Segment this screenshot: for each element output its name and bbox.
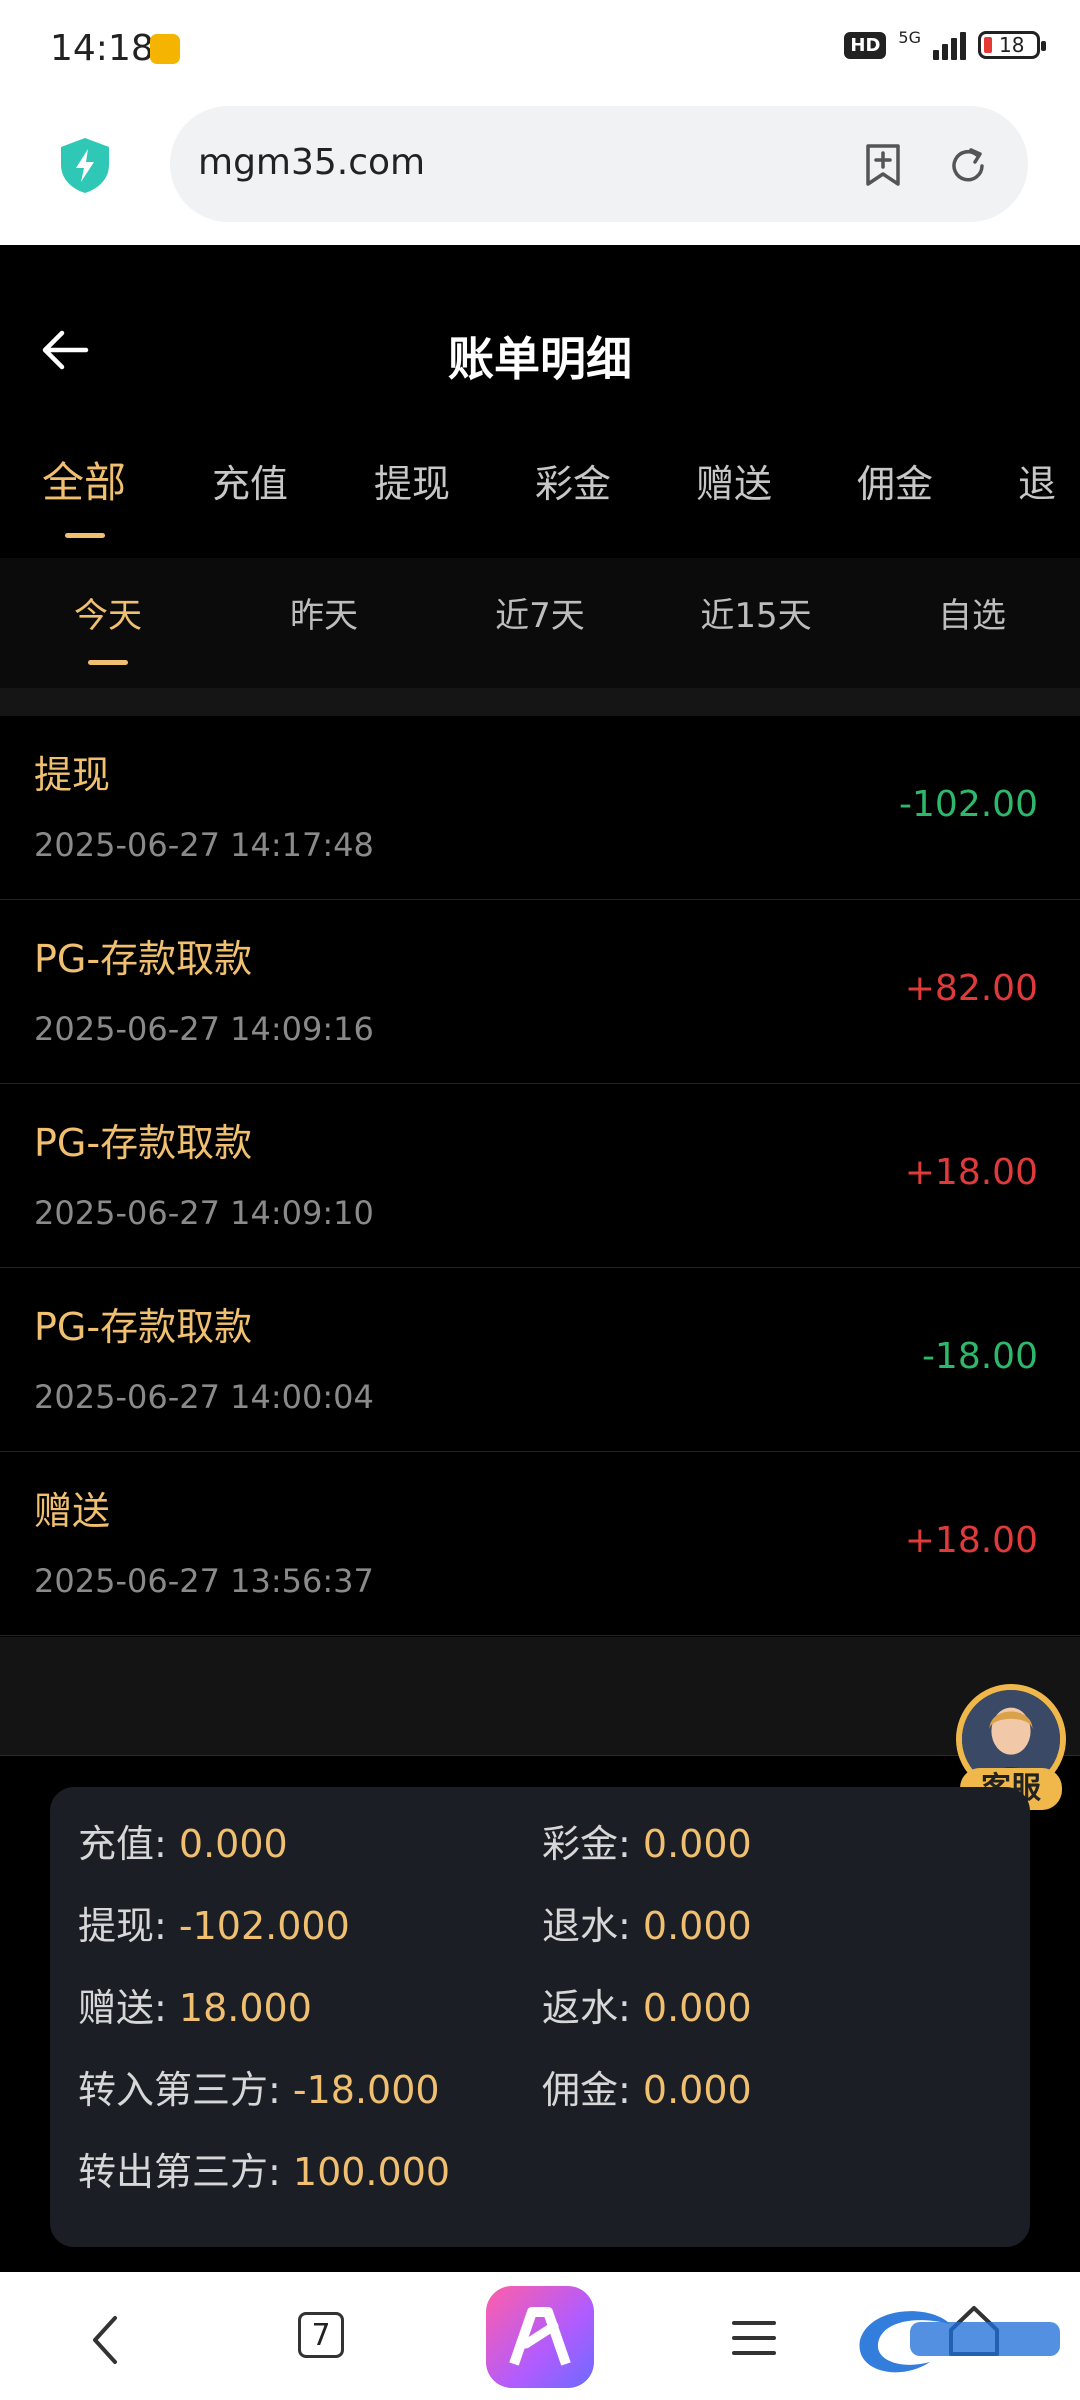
tab-recharge[interactable]: 充值 [212,453,288,508]
record-row[interactable]: PG-存款取款 2025-06-27 14:09:10 +18.00 [0,1084,1080,1268]
status-bar: 14:18 HD 5G 18 [0,0,1080,100]
summary-withdraw: 提现: -102.000 [78,1904,350,1948]
record-title: PG-存款取款 [34,1305,253,1349]
address-bar[interactable]: mgm35.com [170,106,1028,222]
record-time: 2025-06-27 14:09:10 [34,1194,374,1232]
record-row[interactable]: PG-存款取款 2025-06-27 14:09:16 +82.00 [0,900,1080,1084]
tab-bonus[interactable]: 彩金 [535,453,611,508]
hd-badge: HD [844,31,887,59]
record-amount: -102.00 [899,784,1038,825]
record-time: 2025-06-27 14:17:48 [34,826,374,864]
record-amount: -18.00 [921,1336,1038,1377]
browser-back-icon[interactable] [90,2314,120,2366]
summary-bonus: 彩金: 0.000 [542,1822,752,1866]
record-amount: +18.00 [904,1152,1038,1193]
reload-icon[interactable] [946,144,990,188]
date-tab-today[interactable]: 今天 [74,588,142,637]
summary-commission: 佣金: 0.000 [542,2068,752,2112]
summary-cashback: 返水: 0.000 [542,1986,752,2030]
summary-recharge: 充值: 0.000 [78,1822,288,1866]
date-tab-7days[interactable]: 近7天 [495,588,585,637]
shield-icon[interactable] [55,135,115,195]
summary-gift: 赠送: 18.000 [78,1986,312,2030]
record-title: PG-存款取款 [34,937,253,981]
browser-toolbar: mgm35.com [0,100,1080,245]
browser-bottom-nav: 7 [0,2272,1080,2400]
date-filter-tabs: 今天 昨天 近7天 近15天 自选 [0,558,1080,688]
tab-gift[interactable]: 赠送 [696,453,772,508]
category-tabs: 全部 充值 提现 彩金 赠送 佣金 退 [0,445,1080,555]
network-label: 5G [898,28,921,47]
tab-rebate-partial[interactable]: 退 [1018,453,1056,508]
tabs-count-button[interactable]: 7 [298,2312,344,2358]
record-amount: +82.00 [904,968,1038,1009]
page-title: 账单明细 [448,332,632,386]
url-text[interactable]: mgm35.com [198,142,425,183]
summary-transfer-out: 转出第三方: 100.000 [78,2150,451,2194]
record-time: 2025-06-27 13:56:37 [34,1562,374,1600]
status-time: 14:18 [50,28,154,69]
add-bookmark-icon[interactable] [860,142,906,188]
list-footer-space [0,1637,1080,1756]
tab-withdraw[interactable]: 提现 [374,453,450,508]
record-time: 2025-06-27 14:00:04 [34,1378,374,1416]
summary-transfer-in: 转入第三方: -18.000 [78,2068,440,2112]
record-title: 赠送 [34,1489,111,1533]
record-title: 提现 [34,753,111,797]
watermark-logo [859,2311,1060,2373]
divider [0,688,1080,716]
record-amount: +18.00 [904,1520,1038,1561]
tab-all[interactable]: 全部 [42,449,126,510]
summary-rebate: 退水: 0.000 [542,1904,752,1948]
notification-icon [150,34,180,64]
ai-assistant-icon[interactable] [486,2286,594,2388]
menu-icon[interactable] [730,2318,778,2358]
record-title: PG-存款取款 [34,1121,253,1165]
date-tab-yesterday[interactable]: 昨天 [290,588,358,637]
page-header: 账单明细 [0,245,1080,455]
record-row[interactable]: 赠送 2025-06-27 13:56:37 +18.00 [0,1452,1080,1636]
tab-commission[interactable]: 佣金 [857,453,933,508]
signal-icon [933,30,966,60]
battery-icon: 18 [978,31,1046,59]
date-tab-15days[interactable]: 近15天 [700,588,811,637]
active-date-indicator [88,660,128,665]
date-tab-custom[interactable]: 自选 [938,588,1006,637]
record-time: 2025-06-27 14:09:16 [34,1010,374,1048]
active-tab-indicator [65,533,105,538]
record-row[interactable]: 提现 2025-06-27 14:17:48 -102.00 [0,716,1080,900]
status-indicators: HD 5G 18 [844,28,1046,60]
record-row[interactable]: PG-存款取款 2025-06-27 14:00:04 -18.00 [0,1268,1080,1452]
summary-card: 充值: 0.000 彩金: 0.000 提现: -102.000 退水: 0.0… [50,1787,1030,2247]
record-list: 提现 2025-06-27 14:17:48 -102.00 PG-存款取款 2… [0,716,1080,1636]
battery-level: 18 [999,33,1025,57]
